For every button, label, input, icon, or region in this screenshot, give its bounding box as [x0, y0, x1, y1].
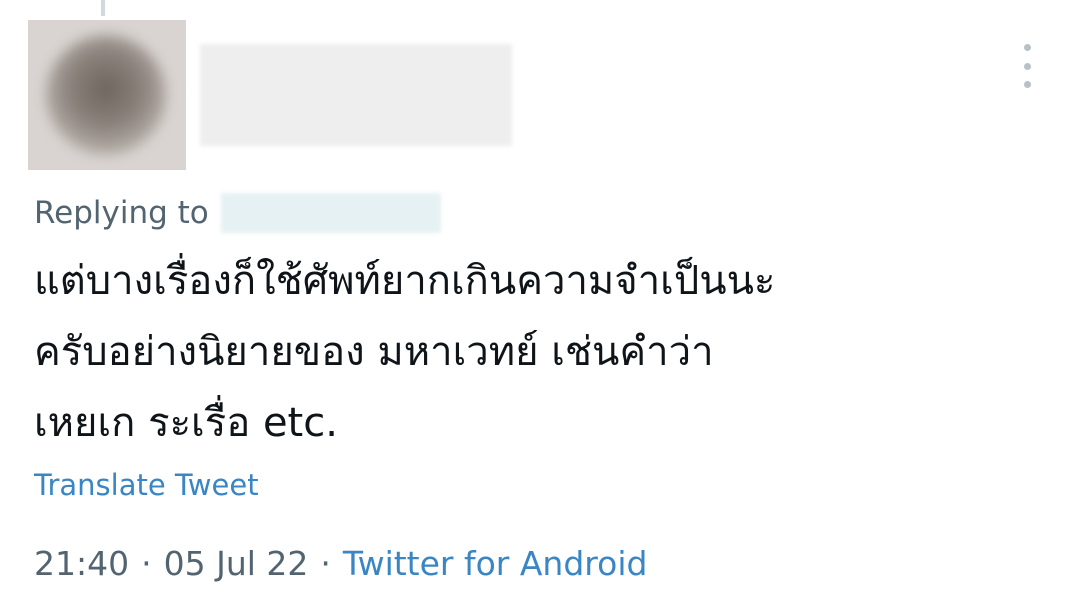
reply-handle-redacted[interactable]: [220, 193, 441, 233]
tweet-time[interactable]: 21:40: [34, 544, 129, 583]
more-vertical-icon-dot: [1023, 81, 1031, 88]
translate-tweet-link[interactable]: Translate Tweet: [34, 468, 259, 502]
avatar-image-blurred: [46, 35, 166, 155]
replying-to-line: Replying to: [34, 193, 441, 233]
more-vertical-icon: [1023, 44, 1031, 51]
more-vertical-icon-dot: [1023, 62, 1031, 70]
tweet-source-link[interactable]: Twitter for Android: [343, 544, 648, 583]
avatar[interactable]: [28, 20, 186, 170]
more-options-button[interactable]: [1016, 44, 1038, 88]
author-name-redacted: [200, 44, 512, 146]
tweet-date[interactable]: 05 Jul 22: [164, 544, 309, 583]
thread-connector-line: [101, 0, 105, 16]
meta-separator: ·: [320, 544, 331, 583]
replying-to-label: Replying to: [34, 195, 209, 231]
tweet-metadata: 21:40 · 05 Jul 22 · Twitter for Android: [34, 544, 647, 583]
tweet-text: แต่บางเรื่องก็ใช้ศัพท์ยากเกินความจำเป็นน…: [34, 258, 776, 446]
meta-separator: ·: [141, 544, 152, 583]
